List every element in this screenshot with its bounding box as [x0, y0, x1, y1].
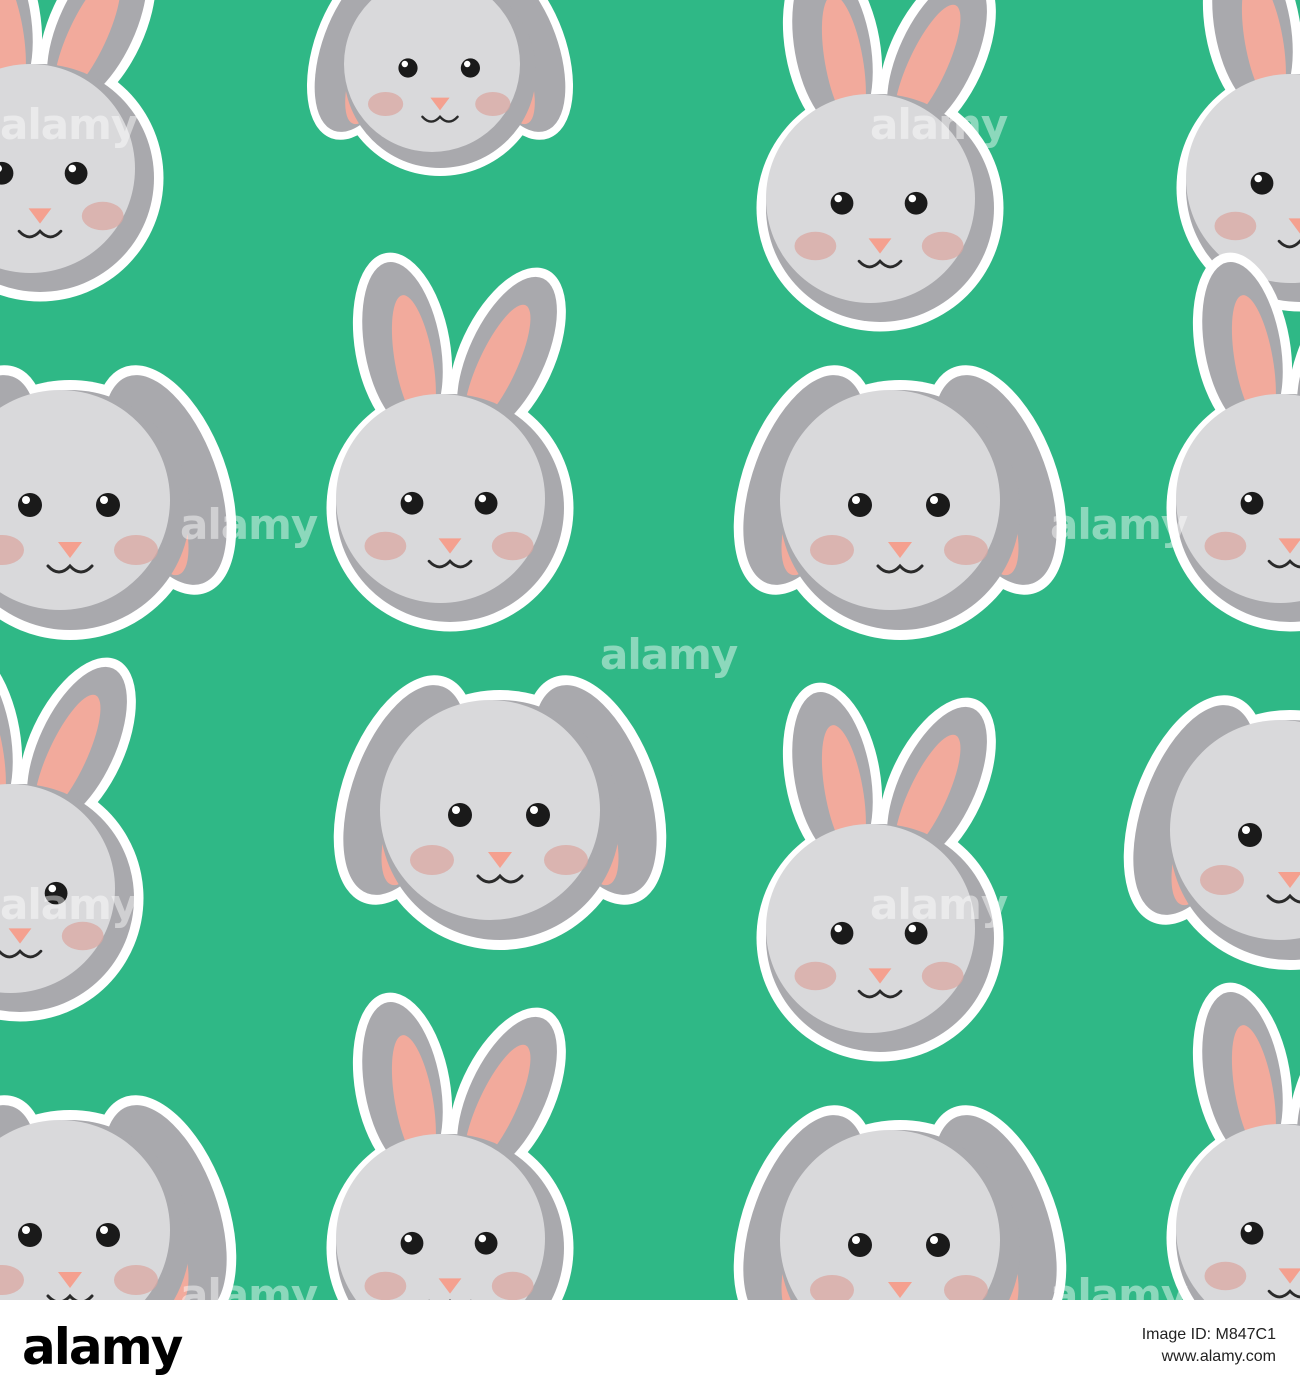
footer-bar: alamy Image ID: M847C1 www.alamy.com [0, 1300, 1300, 1390]
footer-site: www.alamy.com [1161, 1348, 1276, 1365]
footer-image-id: Image ID: M847C1 [1141, 1326, 1276, 1343]
bunny-pattern-canvas: .outline *{fill:#ffffff;}.face{fill:#d9d… [0, 0, 1300, 1300]
pattern-background [0, 0, 1300, 1300]
bunny-pattern: .outline *{fill:#ffffff;}.face{fill:#d9d… [0, 0, 1300, 1300]
footer-logo: alamy [22, 1318, 183, 1376]
footer-meta: Image ID: M847C1 www.alamy.com [1142, 1324, 1276, 1368]
